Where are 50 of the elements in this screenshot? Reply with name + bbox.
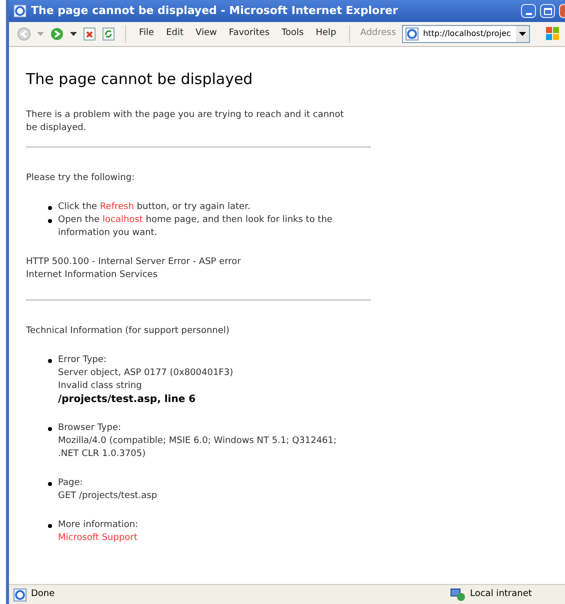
stop-icon[interactable] <box>83 27 96 41</box>
detail-text: Server object, ASP 0177 (0x800401F3) <box>58 367 234 380</box>
page-icon <box>405 27 420 41</box>
link[interactable]: localhost <box>102 215 143 225</box>
menu-item[interactable]: Tools <box>278 27 307 41</box>
bullet-icon <box>48 427 52 431</box>
detail-label: More information: <box>58 519 140 532</box>
zone-text: Local intranet <box>470 588 533 601</box>
bullet-icon <box>48 219 52 223</box>
instructions-heading: Please try the following: <box>26 172 136 185</box>
dropdown-arrow-icon[interactable] <box>70 32 77 36</box>
detail-text: GET /projects/test.asp <box>58 490 158 503</box>
file-location: /projects/test.asp, line 6 <box>58 393 197 406</box>
window-title: The page cannot be displayed - Microsoft Internet Explorer <box>31 2 399 19</box>
detail-text: Mozilla/4.0 (compatible; MSIE 6.0; Windows NT 5.1; Q312461; .NET CLR 1.0.3705) <box>58 435 338 461</box>
menu-item[interactable]: Favorites <box>226 27 273 41</box>
link[interactable]: Refresh <box>100 202 134 212</box>
bullet-icon <box>48 524 52 528</box>
page-icon <box>13 588 27 602</box>
bullet-icon <box>48 206 52 210</box>
address-label: Address <box>360 27 396 40</box>
maximize-button[interactable] <box>540 4 555 18</box>
detail-label: Error Type: <box>58 354 108 367</box>
refresh-icon[interactable] <box>102 27 115 41</box>
suggestion-text: Open the localhost home page, and then look for links to the information you want. <box>58 214 334 240</box>
page-heading: The page cannot be displayed <box>26 69 254 89</box>
close-button[interactable] <box>559 4 565 18</box>
minimize-button[interactable] <box>521 4 536 18</box>
bullet-icon <box>48 359 52 363</box>
error-text: Internet Information Services <box>26 269 159 282</box>
windows-flag-icon <box>544 25 560 43</box>
menu-item[interactable]: File <box>136 27 158 41</box>
forward-icon[interactable] <box>50 27 64 41</box>
menu-item[interactable]: Edit <box>163 27 186 41</box>
bullet-icon <box>48 482 52 486</box>
intro-text: There is a problem with the page you are trying to reach and it cannot be displayed. <box>26 109 344 135</box>
suggestion-text: Click the Refresh button, or try again later. <box>58 201 250 214</box>
status-text: Done <box>31 588 56 601</box>
dropdown-arrow-icon[interactable] <box>519 32 526 36</box>
menu-item[interactable]: View <box>192 27 220 41</box>
link[interactable]: Microsoft Support <box>58 532 138 545</box>
detail-label: Page: <box>58 477 84 490</box>
detail-label: Browser Type: <box>58 422 122 435</box>
network-icon <box>450 588 466 602</box>
detail-text: Invalid class string <box>58 380 143 393</box>
address-field[interactable]: http://localhost/projec <box>402 25 530 43</box>
error-text: HTTP 500.100 - Internal Server Error - ASP error <box>26 256 242 269</box>
tech-heading: Technical Information (for support personnel) <box>26 325 230 338</box>
menu-item[interactable]: Help <box>312 27 340 41</box>
page-icon <box>13 4 27 18</box>
